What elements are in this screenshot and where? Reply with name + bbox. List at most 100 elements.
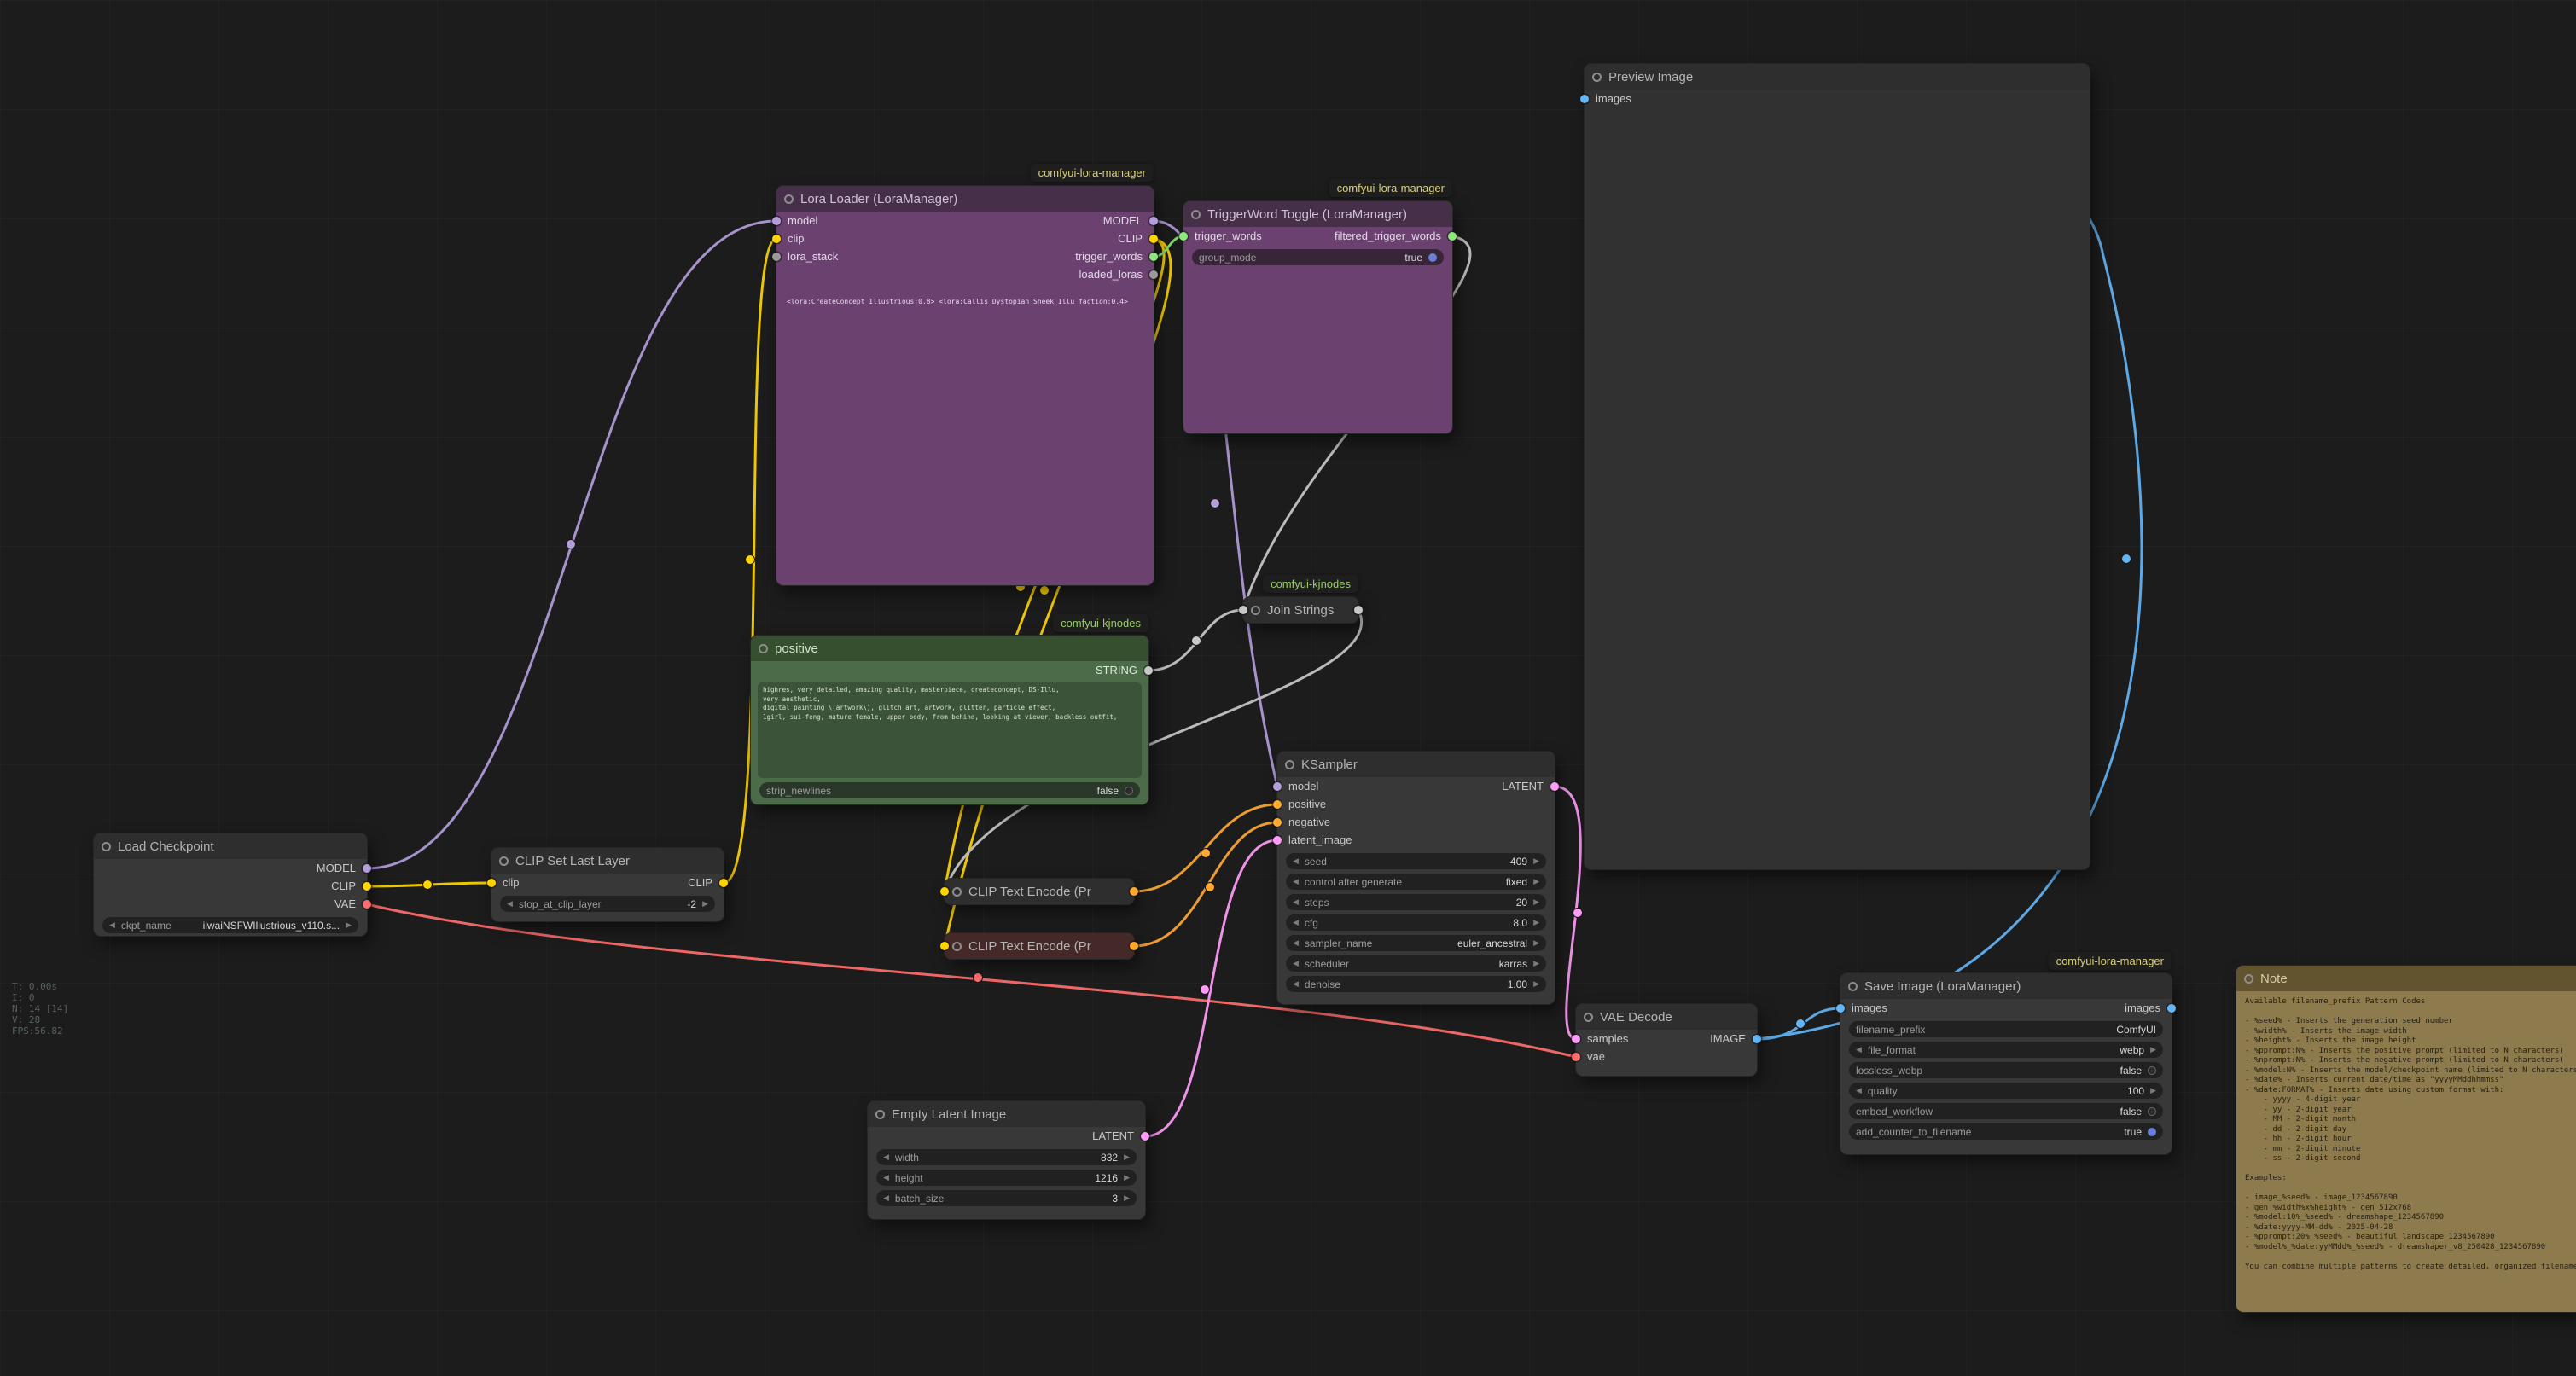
clip-input-slot[interactable] <box>940 942 949 950</box>
file-format-widget[interactable]: ◀ file_format webp ▶ <box>1849 1042 2163 1058</box>
decrement-arrow-icon[interactable]: ◀ <box>1293 939 1299 947</box>
seed-widget[interactable]: ◀ seed 409 ▶ <box>1286 853 1546 869</box>
decrement-arrow-icon[interactable]: ◀ <box>883 1153 889 1161</box>
node-clip-set-last-layer[interactable]: CLIP Set Last Layer clip CLIP ◀ stop_at_… <box>491 848 724 921</box>
node-header[interactable]: Save Image (LoraManager) <box>1840 973 2172 999</box>
node-lora-loader[interactable]: Lora Loader (LoraManager) model MODEL cl… <box>776 186 1154 585</box>
trigger-words-output-slot[interactable] <box>1149 253 1158 261</box>
toggle-dot-icon[interactable] <box>2148 1107 2156 1116</box>
collapse-dot-icon[interactable] <box>952 942 962 951</box>
decrement-arrow-icon[interactable]: ◀ <box>1293 980 1299 988</box>
node-empty-latent-image[interactable]: Empty Latent Image LATENT ◀ width 832 ▶ … <box>868 1101 1145 1219</box>
node-header[interactable]: CLIP Text Encode (Pr <box>945 879 1134 904</box>
increment-arrow-icon[interactable]: ▶ <box>1533 960 1539 967</box>
node-header[interactable]: CLIP Set Last Layer <box>491 848 724 874</box>
increment-arrow-icon[interactable]: ▶ <box>702 900 708 908</box>
negative-input-slot[interactable] <box>1273 818 1282 827</box>
node-graph-canvas[interactable]: comfyui-lora-manager comfyui-lora-manage… <box>0 0 2576 1376</box>
node-preview-image[interactable]: Preview Image images <box>1585 64 2090 869</box>
node-triggerword-toggle[interactable]: TriggerWord Toggle (LoraManager) trigger… <box>1183 201 1452 433</box>
node-load-checkpoint[interactable]: Load Checkpoint MODEL CLIP VAE ◀ ckpt_na… <box>94 833 367 936</box>
stop-at-clip-layer-widget[interactable]: ◀ stop_at_clip_layer -2 ▶ <box>500 896 715 912</box>
decrement-arrow-icon[interactable]: ◀ <box>1293 898 1299 906</box>
node-header[interactable]: VAE Decode <box>1576 1004 1757 1030</box>
embed-workflow-toggle[interactable]: embed_workflow false <box>1849 1103 2163 1119</box>
collapse-dot-icon[interactable] <box>1191 210 1201 219</box>
node-header[interactable]: Preview Image <box>1585 64 2090 90</box>
positive-input-slot[interactable] <box>1273 800 1282 809</box>
sampler-name-widget[interactable]: ◀ sampler_name euler_ancestral ▶ <box>1286 935 1546 951</box>
node-join-strings[interactable]: Join Strings <box>1243 597 1358 623</box>
steps-widget[interactable]: ◀ steps 20 ▶ <box>1286 894 1546 910</box>
node-header[interactable]: TriggerWord Toggle (LoraManager) <box>1183 201 1452 227</box>
images-input-slot[interactable] <box>1580 95 1589 103</box>
increment-arrow-icon[interactable]: ▶ <box>346 921 352 929</box>
batch-size-widget[interactable]: ◀ batch_size 3 ▶ <box>876 1190 1137 1206</box>
group-mode-toggle[interactable]: group_mode true <box>1192 249 1444 265</box>
lossless-webp-toggle[interactable]: lossless_webp false <box>1849 1062 2163 1078</box>
increment-arrow-icon[interactable]: ▶ <box>1124 1153 1130 1161</box>
images-output-slot[interactable] <box>2167 1004 2176 1013</box>
toggle-dot-icon[interactable] <box>2148 1128 2156 1136</box>
vae-input-slot[interactable] <box>1572 1053 1580 1061</box>
collapse-dot-icon[interactable] <box>1285 760 1294 769</box>
note-text[interactable]: Available filename_prefix Pattern Codes … <box>2245 997 2576 1304</box>
conditioning-output-slot[interactable] <box>1130 942 1138 950</box>
collapse-dot-icon[interactable] <box>952 887 962 897</box>
increment-arrow-icon[interactable]: ▶ <box>1533 898 1539 906</box>
vae-output-slot[interactable] <box>363 900 371 909</box>
latent-image-input-slot[interactable] <box>1273 836 1282 845</box>
decrement-arrow-icon[interactable]: ◀ <box>1293 857 1299 865</box>
add-counter-toggle[interactable]: add_counter_to_filename true <box>1849 1123 2163 1140</box>
quality-widget[interactable]: ◀ quality 100 ▶ <box>1849 1083 2163 1099</box>
trigger-words-input-slot[interactable] <box>1179 232 1188 241</box>
model-input-slot[interactable] <box>772 217 781 225</box>
node-note[interactable]: Note Available filename_prefix Pattern C… <box>2236 966 2576 1312</box>
collapse-dot-icon[interactable] <box>1251 606 1260 615</box>
samples-input-slot[interactable] <box>1572 1035 1580 1043</box>
collapse-dot-icon[interactable] <box>499 856 509 866</box>
string-output-slot[interactable] <box>1144 666 1153 675</box>
images-input-slot[interactable] <box>1836 1004 1845 1013</box>
node-ksampler[interactable]: KSampler model LATENT positive negative … <box>1277 752 1555 1004</box>
node-header[interactable]: KSampler <box>1277 752 1555 777</box>
increment-arrow-icon[interactable]: ▶ <box>1533 980 1539 988</box>
increment-arrow-icon[interactable]: ▶ <box>1533 857 1539 865</box>
string-input-slot[interactable] <box>1239 606 1247 614</box>
toggle-dot-icon[interactable] <box>1428 253 1437 262</box>
ckpt-name-widget[interactable]: ◀ ckpt_name ilwaiNSFWIllustrious_v110.s.… <box>102 917 358 933</box>
node-clip-text-encode-negative[interactable]: CLIP Text Encode (Pr <box>945 933 1134 959</box>
collapse-dot-icon[interactable] <box>1592 73 1602 82</box>
string-output-slot[interactable] <box>1354 606 1363 614</box>
node-header[interactable]: Note <box>2236 966 2576 991</box>
decrement-arrow-icon[interactable]: ◀ <box>1856 1046 1862 1054</box>
lora-stack-input-slot[interactable] <box>772 253 781 261</box>
model-output-slot[interactable] <box>1149 217 1158 225</box>
clip-output-slot[interactable] <box>363 882 371 891</box>
increment-arrow-icon[interactable]: ▶ <box>1124 1174 1130 1182</box>
decrement-arrow-icon[interactable]: ◀ <box>1293 878 1299 885</box>
filtered-trigger-words-output-slot[interactable] <box>1448 232 1457 241</box>
lora-text-widget[interactable]: <lora:CreateConcept_Illustrious:0.8> <lo… <box>787 297 1143 306</box>
collapse-dot-icon[interactable] <box>102 842 111 851</box>
node-clip-text-encode-positive[interactable]: CLIP Text Encode (Pr <box>945 879 1134 904</box>
node-header[interactable]: Load Checkpoint <box>94 833 367 859</box>
increment-arrow-icon[interactable]: ▶ <box>1124 1194 1130 1202</box>
decrement-arrow-icon[interactable]: ◀ <box>507 900 513 908</box>
prompt-textarea[interactable]: highres, very detailed, amazing quality,… <box>758 682 1142 778</box>
decrement-arrow-icon[interactable]: ◀ <box>883 1194 889 1202</box>
node-header[interactable]: Empty Latent Image <box>868 1101 1145 1127</box>
image-output-slot[interactable] <box>1753 1035 1761 1043</box>
collapse-dot-icon[interactable] <box>875 1110 885 1119</box>
filename-prefix-widget[interactable]: filename_prefix ComfyUI <box>1849 1021 2163 1037</box>
node-positive-string[interactable]: positive STRING highres, very detailed, … <box>751 636 1148 804</box>
clip-output-slot[interactable] <box>719 879 728 887</box>
clip-output-slot[interactable] <box>1149 235 1158 243</box>
strip-newlines-toggle[interactable]: strip_newlines false <box>759 782 1140 798</box>
decrement-arrow-icon[interactable]: ◀ <box>1293 919 1299 926</box>
cfg-widget[interactable]: ◀ cfg 8.0 ▶ <box>1286 914 1546 931</box>
node-vae-decode[interactable]: VAE Decode samples IMAGE vae <box>1576 1004 1757 1076</box>
increment-arrow-icon[interactable]: ▶ <box>2150 1087 2156 1094</box>
increment-arrow-icon[interactable]: ▶ <box>1533 939 1539 947</box>
collapse-dot-icon[interactable] <box>1584 1013 1593 1022</box>
